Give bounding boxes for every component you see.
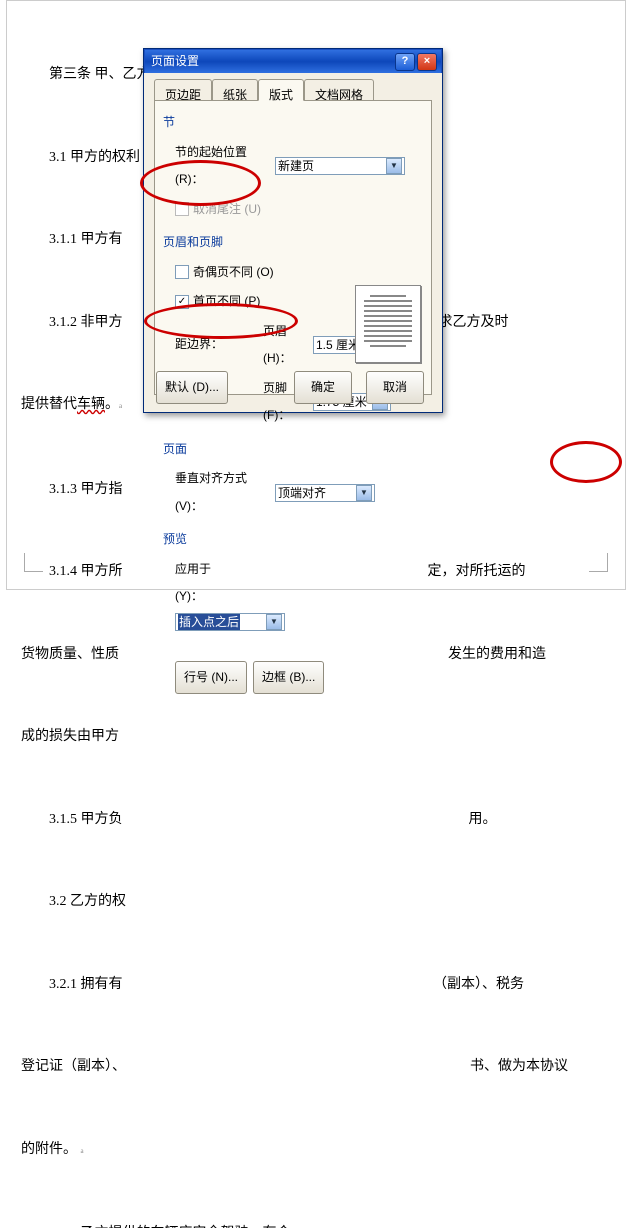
chevron-down-icon: ▼ <box>386 158 402 174</box>
tab-paper[interactable]: 纸张 <box>212 79 258 100</box>
tab-panel-layout: 节 节的起始位置 (R)： 新建页 ▼ 取消尾注 (U) 页眉和页脚 奇偶页不同… <box>154 100 432 395</box>
apply-to-select[interactable]: 插入点之后 ▼ <box>175 613 285 631</box>
para: 3.1.5 甲方负用。 <box>21 806 611 834</box>
default-button[interactable]: 默认 (D)... <box>156 371 228 405</box>
para: 3.2 乙方的权 <box>21 888 611 916</box>
valign-select[interactable]: 顶端对齐 ▼ <box>275 484 375 502</box>
first-page-checkbox[interactable]: ✓ <box>175 295 189 309</box>
para: 3.2.1 拥有有 （副本）、税务 <box>21 971 611 999</box>
extra-buttons-row: 行号 (N)... 边框 (B)... <box>175 661 423 695</box>
odd-even-row: 奇偶页不同 (O) <box>175 259 423 287</box>
header-label: 页眉 (H)： <box>263 318 313 373</box>
tab-row: 页边距 纸张 版式 文档网格 <box>154 79 432 100</box>
odd-even-checkbox[interactable] <box>175 265 189 279</box>
dialog-title: 页面设置 <box>149 48 393 76</box>
page-setup-dialog: 页面设置 ? × 页边距 纸张 版式 文档网格 节 节的起始位置 (R)： 新建… <box>143 48 443 413</box>
page-group-label: 页面 <box>163 436 423 464</box>
borders-button[interactable]: 边框 (B)... <box>253 661 324 695</box>
help-button[interactable]: ? <box>395 53 415 71</box>
section-start-label: 节的起始位置 (R)： <box>175 139 275 194</box>
apply-to-row: 应用于 (Y)： <box>175 556 423 611</box>
page-corner <box>24 553 43 572</box>
suppress-endnotes-row: 取消尾注 (U) <box>175 196 423 224</box>
section-start-select[interactable]: 新建页 ▼ <box>275 157 405 175</box>
headers-group-label: 页眉和页脚 <box>163 229 423 257</box>
suppress-endnotes-checkbox <box>175 202 189 216</box>
para: 成的损失由甲方 <box>21 723 611 751</box>
para: 的附件。 a <box>21 1136 611 1166</box>
cancel-button[interactable]: 取消 <box>366 371 424 405</box>
preview-group-label: 预览 <box>163 526 423 554</box>
default-button-wrap: 默认 (D)... <box>156 371 234 405</box>
para: 3.2.2 乙方提供的车辆应安全驾驶，有合 <box>21 1220 611 1228</box>
tab-margins[interactable]: 页边距 <box>154 79 212 100</box>
chevron-down-icon: ▼ <box>356 485 372 501</box>
apply-to-label: 应用于 (Y)： <box>175 556 237 611</box>
tab-layout[interactable]: 版式 <box>258 79 304 101</box>
section-start-row: 节的起始位置 (R)： 新建页 ▼ <box>175 139 423 194</box>
valign-label: 垂直对齐方式 (V)： <box>175 465 275 520</box>
line-numbers-button[interactable]: 行号 (N)... <box>175 661 247 695</box>
ok-button[interactable]: 确定 <box>294 371 352 405</box>
title-bar[interactable]: 页面设置 ? × <box>144 49 442 73</box>
chevron-down-icon: ▼ <box>266 614 282 630</box>
tab-grid[interactable]: 文档网格 <box>304 79 374 100</box>
page-preview <box>355 285 421 363</box>
apply-to-select-row: 插入点之后 ▼ <box>175 613 423 631</box>
dialog-body: 页边距 纸张 版式 文档网格 节 节的起始位置 (R)： 新建页 ▼ 取消尾注 … <box>144 73 442 412</box>
valign-row: 垂直对齐方式 (V)： 顶端对齐 ▼ <box>175 465 423 520</box>
close-button[interactable]: × <box>417 53 437 71</box>
page-corner <box>589 553 608 572</box>
ok-cancel-row: 确定 取消 <box>294 371 430 405</box>
para: 登记证（副本）、书、做为本协议 <box>21 1053 611 1081</box>
dist-edge-label: 距边界： <box>175 331 263 359</box>
section-group-label: 节 <box>163 109 423 137</box>
